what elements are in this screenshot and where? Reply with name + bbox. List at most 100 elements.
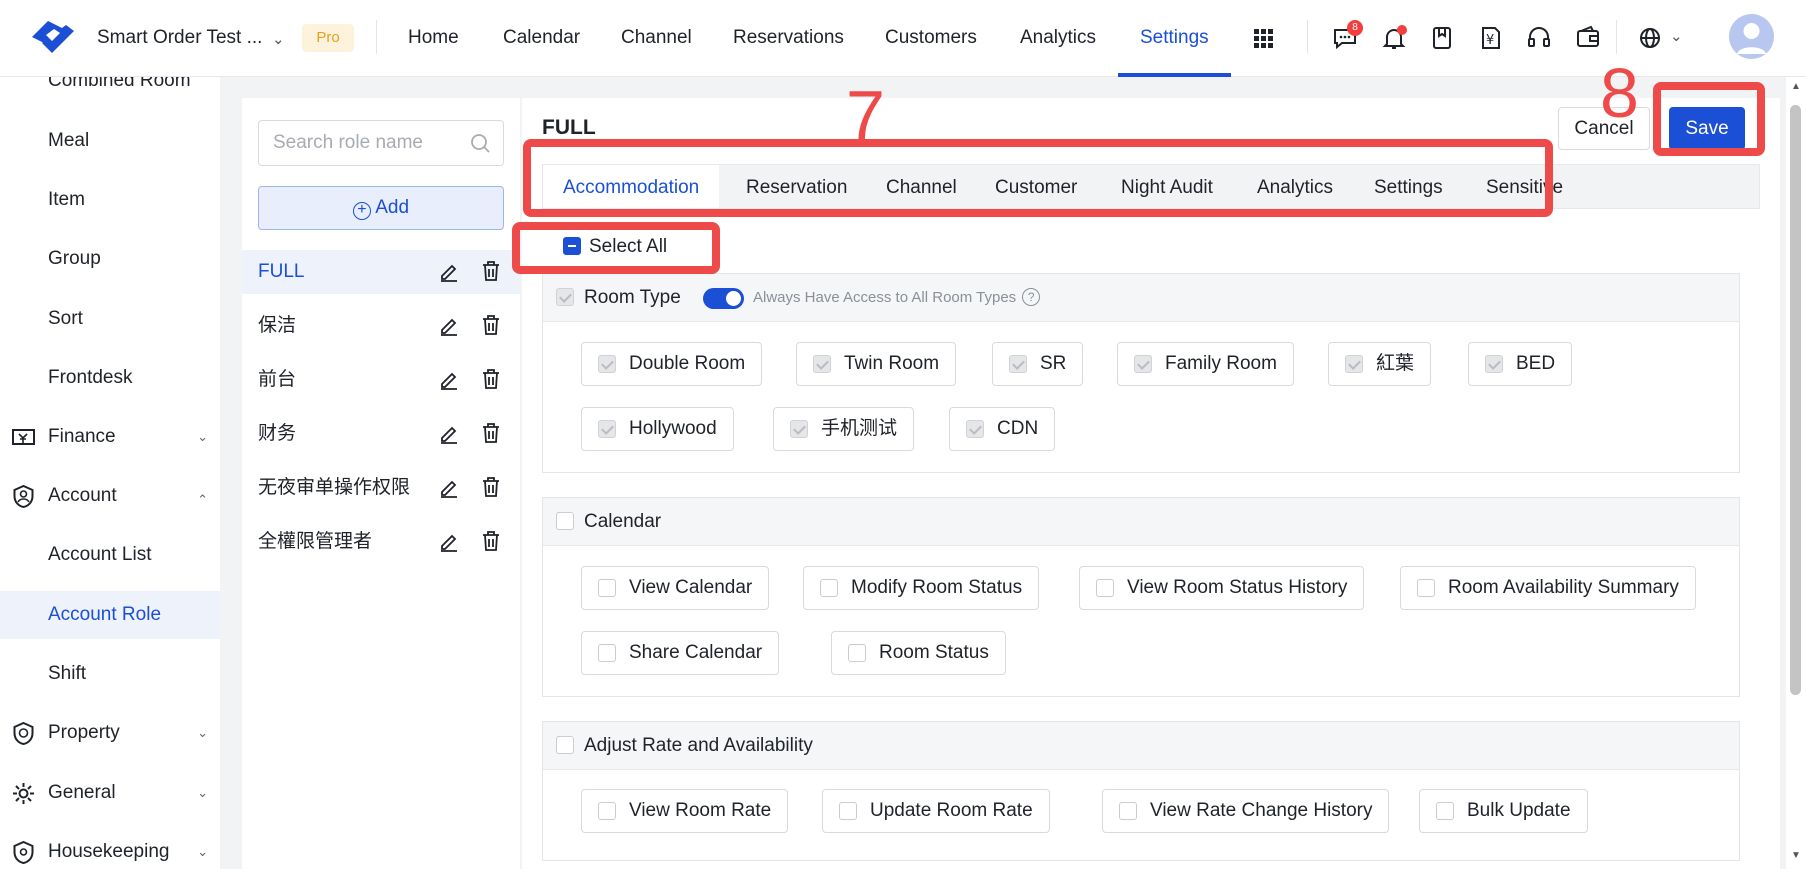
delete-icon[interactable]	[480, 260, 502, 282]
invoice-yen-icon[interactable]: ¥	[1478, 25, 1504, 51]
nav-settings[interactable]: Settings	[1118, 0, 1231, 77]
permission-chip[interactable]: Modify Room Status	[803, 566, 1040, 610]
sidebar-group-account[interactable]: Account ⌃	[0, 472, 220, 520]
checkbox[interactable]	[1417, 579, 1435, 597]
save-button[interactable]: Save	[1669, 107, 1745, 150]
sidebar-group-general[interactable]: General ⌄	[0, 769, 220, 817]
room-type-chip[interactable]: 手机测试	[773, 407, 915, 451]
help-icon[interactable]: ?	[1022, 288, 1041, 306]
chevron-down-icon[interactable]: ⌄	[272, 30, 285, 48]
delete-icon[interactable]	[480, 314, 502, 336]
role-item[interactable]: 无夜审单操作权限	[242, 466, 520, 510]
edit-icon[interactable]	[438, 368, 460, 390]
permission-chip[interactable]: Share Calendar	[581, 631, 780, 675]
tab-analytics[interactable]: Analytics	[1257, 165, 1333, 208]
checkbox[interactable]	[598, 579, 616, 597]
room-type-chip[interactable]: 紅葉	[1328, 342, 1432, 386]
nav-channel[interactable]: Channel	[621, 0, 692, 77]
nav-home[interactable]: Home	[408, 0, 459, 77]
user-avatar[interactable]	[1729, 14, 1774, 59]
room-type-chip[interactable]: Twin Room	[796, 342, 957, 386]
select-all-checkbox[interactable]	[563, 237, 581, 255]
sidebar-item-account-role[interactable]: Account Role	[0, 591, 220, 639]
chevron-down-icon[interactable]: ⌄	[1670, 27, 1683, 45]
apps-grid-icon[interactable]	[1250, 25, 1276, 51]
room-type-chip[interactable]: Double Room	[581, 342, 763, 386]
headset-icon[interactable]	[1526, 25, 1552, 51]
room-type-chip[interactable]: SR	[992, 342, 1084, 386]
calendar-checkbox[interactable]	[556, 512, 574, 530]
delete-icon[interactable]	[480, 530, 502, 552]
permission-chip[interactable]: Bulk Update	[1419, 789, 1588, 833]
role-item[interactable]: 前台	[242, 358, 520, 402]
checkbox[interactable]	[848, 644, 866, 662]
sidebar-item-frontdesk[interactable]: Frontdesk	[0, 354, 220, 402]
role-item[interactable]: 全權限管理者	[242, 520, 520, 564]
scrollbar-thumb[interactable]	[1790, 105, 1801, 695]
permission-chip[interactable]: View Calendar	[581, 566, 770, 610]
room-type-chip[interactable]: CDN	[949, 407, 1056, 451]
sidebar-item-shift[interactable]: Shift	[0, 650, 220, 698]
delete-icon[interactable]	[480, 422, 502, 444]
nav-calendar[interactable]: Calendar	[503, 0, 580, 77]
scroll-down-arrow-icon[interactable]: ▼	[1791, 850, 1801, 861]
adjust-rate-checkbox[interactable]	[556, 736, 574, 754]
sidebar-item-sort[interactable]: Sort	[0, 295, 220, 343]
edit-icon[interactable]	[438, 530, 460, 552]
sidebar-item-combined-room[interactable]: Combined Room	[0, 77, 220, 105]
tab-accommodation[interactable]: Accommodation	[543, 165, 720, 208]
tab-channel[interactable]: Channel	[886, 165, 957, 208]
role-item[interactable]: 保洁	[242, 304, 520, 348]
checkbox[interactable]	[598, 644, 616, 662]
checkbox[interactable]	[1119, 802, 1137, 820]
add-role-button[interactable]: + Add	[258, 186, 504, 230]
permission-chip[interactable]: Update Room Rate	[822, 789, 1050, 833]
checkbox[interactable]	[820, 579, 838, 597]
book-icon[interactable]	[1429, 25, 1455, 51]
edit-icon[interactable]	[438, 314, 460, 336]
edit-icon[interactable]	[438, 260, 460, 282]
tab-settings[interactable]: Settings	[1374, 165, 1443, 208]
checkbox[interactable]	[839, 802, 857, 820]
delete-icon[interactable]	[480, 368, 502, 390]
checkbox[interactable]	[598, 802, 616, 820]
room-type-chip[interactable]: Family Room	[1117, 342, 1294, 386]
room-type-chip[interactable]: BED	[1468, 342, 1573, 386]
permission-chip[interactable]: Room Status	[831, 631, 1006, 675]
role-item[interactable]: 财务	[242, 412, 520, 456]
sidebar-item-account-list[interactable]: Account List	[0, 531, 220, 579]
sidebar-item-meal[interactable]: Meal	[0, 117, 220, 165]
search-icon[interactable]	[469, 132, 491, 154]
sidebar-group-property[interactable]: Property ⌄	[0, 709, 220, 757]
permission-chip[interactable]: View Rate Change History	[1102, 789, 1390, 833]
checkbox[interactable]	[1436, 802, 1454, 820]
all-room-types-toggle[interactable]	[703, 288, 744, 309]
sidebar-item-group[interactable]: Group	[0, 235, 220, 283]
tab-customer[interactable]: Customer	[995, 165, 1077, 208]
permission-chip[interactable]: View Room Rate	[581, 789, 789, 833]
checkbox[interactable]	[1096, 579, 1114, 597]
permission-chip[interactable]: View Room Status History	[1079, 566, 1365, 610]
edit-icon[interactable]	[438, 476, 460, 498]
select-all[interactable]: Select All	[542, 236, 667, 258]
tab-sensitive[interactable]: Sensitive	[1486, 165, 1563, 208]
tab-reservation[interactable]: Reservation	[746, 165, 847, 208]
edit-icon[interactable]	[438, 422, 460, 444]
room-type-chip[interactable]: Hollywood	[581, 407, 734, 451]
nav-customers[interactable]: Customers	[885, 0, 977, 77]
nav-reservations[interactable]: Reservations	[733, 0, 844, 77]
scroll-up-arrow-icon[interactable]: ▲	[1791, 81, 1801, 92]
sidebar-item-item[interactable]: Item	[0, 176, 220, 224]
sidebar-group-housekeeping[interactable]: Housekeeping ⌄	[0, 828, 220, 869]
app-logo-icon[interactable]	[28, 17, 78, 57]
hotel-name[interactable]: Smart Order Test ...	[97, 27, 262, 49]
role-search-input[interactable]	[259, 121, 459, 165]
role-item[interactable]: FULL	[242, 250, 520, 294]
nav-analytics[interactable]: Analytics	[1020, 0, 1096, 77]
sidebar-group-finance[interactable]: Finance ⌄	[0, 413, 220, 461]
tab-night-audit[interactable]: Night Audit	[1121, 165, 1213, 208]
delete-icon[interactable]	[480, 476, 502, 498]
permission-chip[interactable]: Room Availability Summary	[1400, 566, 1696, 610]
wallet-icon[interactable]	[1575, 25, 1601, 51]
globe-icon[interactable]	[1637, 25, 1663, 51]
